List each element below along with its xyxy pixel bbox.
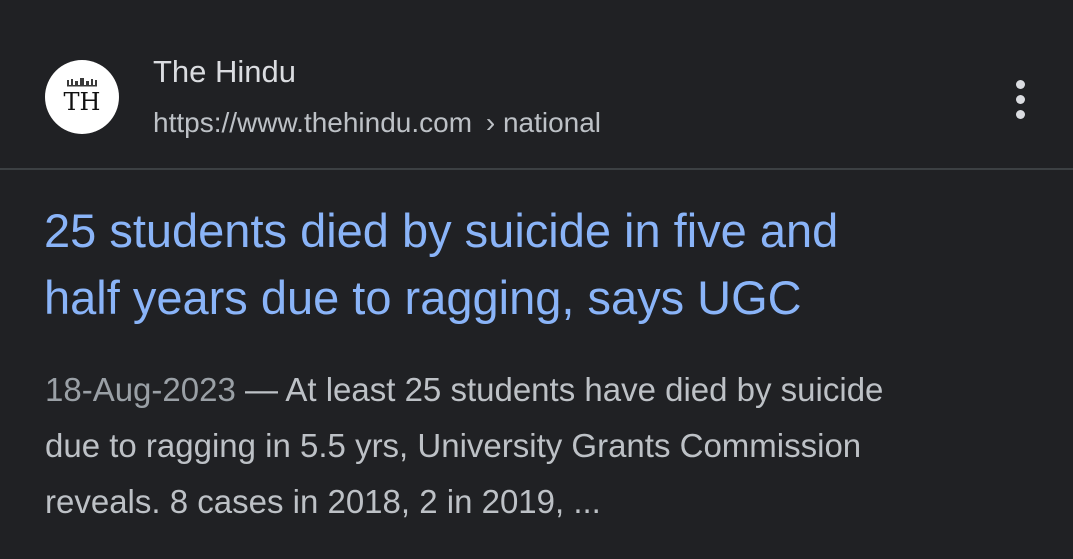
search-result-card: TH The Hindu https://www.thehindu.com › … [0,0,1073,559]
snippet-line: 18-Aug-2023 — At least 25 students have … [45,362,1055,418]
result-source-header[interactable]: TH The Hindu https://www.thehindu.com › … [0,0,1073,168]
site-url-breadcrumb[interactable]: https://www.thehindu.com › national [153,104,601,142]
more-vert-icon [1016,80,1025,89]
result-title-line: half years due to ragging, says UGC [44,271,802,324]
breadcrumb-separator: › [485,107,496,138]
snippet-line: reveals. 8 cases in 2018, 2 in 2019, ... [45,483,601,520]
snippet-date: 18-Aug-2023 [45,371,236,408]
snippet-text: At least 25 students have died by suicid… [285,371,884,408]
snippet-line: due to ragging in 5.5 yrs, University Gr… [45,427,862,464]
more-options-button[interactable] [1001,72,1041,128]
favicon-text: TH [64,88,101,116]
site-name[interactable]: The Hindu [153,52,296,92]
more-vert-icon-dot [1016,110,1025,119]
more-vert-icon-dot [1016,95,1025,104]
site-url: https://www.thehindu.com [153,107,473,138]
result-title-line: 25 students died by suicide in five and [44,204,839,257]
the-hindu-logo-icon: TH [64,78,101,116]
site-favicon: TH [45,60,119,134]
breadcrumb-path: national [502,107,602,138]
result-snippet: 18-Aug-2023 — At least 25 students have … [45,362,1055,530]
result-title-link[interactable]: 25 students died by suicide in five and … [44,197,1044,331]
snippet-date-separator: — [235,371,286,408]
divider [0,168,1073,170]
